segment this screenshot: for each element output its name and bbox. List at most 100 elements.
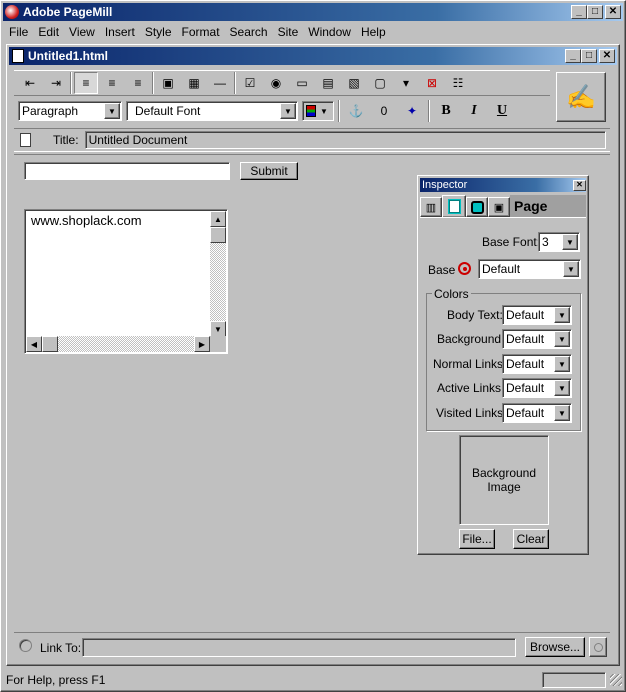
doc-close-button[interactable]: ✕ bbox=[599, 49, 615, 63]
color-swatch-icon bbox=[306, 105, 316, 117]
menu-edit[interactable]: Edit bbox=[33, 22, 64, 42]
base-select[interactable]: Default ▼ bbox=[478, 259, 581, 279]
color-row-label: Visited Links: bbox=[436, 406, 507, 420]
popup-menu-icon[interactable]: ▾ bbox=[394, 72, 418, 94]
chevron-down-icon[interactable]: ▼ bbox=[104, 103, 120, 119]
doc-maximize-button[interactable]: □ bbox=[581, 49, 597, 63]
scroll-thumb[interactable] bbox=[42, 336, 58, 352]
chevron-down-icon[interactable]: ▼ bbox=[554, 331, 570, 347]
paragraph-style-select[interactable]: Paragraph ▼ bbox=[18, 101, 122, 121]
insert-image-icon[interactable]: ▣ bbox=[156, 72, 180, 94]
chevron-down-icon[interactable]: ▼ bbox=[562, 234, 578, 250]
target-icon[interactable] bbox=[458, 262, 471, 275]
scroll-right-icon[interactable]: ▶ bbox=[194, 336, 210, 352]
scroll-thumb[interactable] bbox=[210, 227, 226, 243]
file-button[interactable]: File... bbox=[459, 529, 495, 549]
visited-links-color-select[interactable]: Default ▼ bbox=[502, 403, 572, 423]
align-center-icon[interactable]: ≡ bbox=[100, 72, 124, 94]
resize-grip-icon[interactable] bbox=[610, 674, 622, 686]
close-button[interactable]: ✕ bbox=[605, 5, 621, 19]
reset-button-icon[interactable]: ⊠ bbox=[420, 72, 444, 94]
bold-button[interactable]: B bbox=[434, 100, 458, 122]
inspector-tab-title: Page bbox=[510, 195, 586, 217]
menu-insert[interactable]: Insert bbox=[100, 22, 140, 42]
chevron-down-icon[interactable]: ▼ bbox=[554, 380, 570, 396]
horizontal-scrollbar[interactable]: ◀ ▶ bbox=[26, 336, 210, 352]
form-list-icon[interactable]: ☷ bbox=[446, 72, 470, 94]
insert-table-icon[interactable]: ▦ bbox=[182, 72, 206, 94]
radio-button-icon[interactable]: ◉ bbox=[264, 72, 288, 94]
align-left-icon[interactable]: ≡ bbox=[74, 72, 98, 94]
menu-site[interactable]: Site bbox=[273, 22, 304, 42]
color-row-value: Default bbox=[506, 357, 545, 371]
app-title: Adobe PageMill bbox=[23, 5, 113, 19]
edit-preview-toggle-button[interactable]: ✍ bbox=[556, 72, 606, 122]
clear-button[interactable]: Clear bbox=[513, 529, 549, 549]
tab-form[interactable]: ▣ bbox=[488, 197, 510, 217]
active-links-color-select[interactable]: Default ▼ bbox=[502, 378, 572, 398]
chevron-down-icon[interactable]: ▼ bbox=[554, 405, 570, 421]
link-icon[interactable]: 0 bbox=[372, 100, 396, 122]
title-input[interactable]: Untitled Document bbox=[84, 131, 606, 149]
menu-file[interactable]: File bbox=[4, 22, 33, 42]
vertical-scrollbar[interactable]: ▲ ▼ bbox=[210, 211, 226, 337]
link-options-button[interactable] bbox=[589, 637, 607, 657]
tab-frame[interactable] bbox=[466, 197, 488, 217]
submit-button-icon[interactable]: ▢ bbox=[368, 72, 392, 94]
color-row-value: Default bbox=[506, 406, 545, 420]
checkbox-icon[interactable]: ☑ bbox=[238, 72, 262, 94]
document-icon bbox=[12, 49, 24, 63]
base-value: Default bbox=[482, 262, 521, 276]
password-field-icon[interactable]: ▧ bbox=[342, 72, 366, 94]
menu-window[interactable]: Window bbox=[303, 22, 356, 42]
underline-button[interactable]: U bbox=[490, 100, 514, 122]
tab-page[interactable] bbox=[442, 195, 466, 217]
scroll-down-icon[interactable]: ▼ bbox=[210, 321, 226, 337]
doc-minimize-button[interactable]: _ bbox=[565, 49, 581, 63]
maximize-button[interactable]: □ bbox=[587, 5, 603, 19]
chevron-down-icon[interactable]: ▼ bbox=[563, 261, 579, 277]
colors-group-label: Colors bbox=[432, 287, 471, 301]
italic-button[interactable]: I bbox=[462, 100, 486, 122]
menu-view[interactable]: View bbox=[64, 22, 100, 42]
background-color-select[interactable]: Default ▼ bbox=[502, 329, 572, 349]
color-row-value: Default bbox=[506, 308, 545, 322]
inspector-close-button[interactable]: ✕ bbox=[573, 179, 586, 191]
font-select[interactable]: Default Font ▼ bbox=[126, 101, 298, 121]
normal-links-color-select[interactable]: Default ▼ bbox=[502, 354, 572, 374]
chevron-down-icon[interactable]: ▼ bbox=[554, 356, 570, 372]
bg-image-label-line2: Image bbox=[487, 480, 521, 494]
menu-style[interactable]: Style bbox=[140, 22, 177, 42]
horizontal-rule-icon[interactable]: — bbox=[208, 72, 232, 94]
menu-help[interactable]: Help bbox=[356, 22, 391, 42]
app-titlebar: Adobe PageMill _ □ ✕ bbox=[3, 3, 623, 21]
align-right-icon[interactable]: ≡ bbox=[126, 72, 150, 94]
browse-button[interactable]: Browse... bbox=[525, 637, 585, 657]
menu-format[interactable]: Format bbox=[177, 22, 225, 42]
minimize-button[interactable]: _ bbox=[571, 5, 587, 19]
anchor-icon[interactable]: ⚓ bbox=[344, 100, 368, 122]
outdent-icon[interactable]: ⇤ bbox=[18, 72, 42, 94]
chevron-down-icon[interactable]: ▼ bbox=[316, 103, 332, 119]
toolbar-row-1: ⇤ ⇥ ≡ ≡ ≡ ▣ ▦ — ☑ ◉ ▭ ▤ ▧ ▢ ▾ ⊠ ☷ bbox=[14, 70, 550, 96]
text-area-icon[interactable]: ▤ bbox=[316, 72, 340, 94]
text-field-icon[interactable]: ▭ bbox=[290, 72, 314, 94]
chevron-down-icon[interactable]: ▼ bbox=[280, 103, 296, 119]
scroll-up-icon[interactable]: ▲ bbox=[210, 211, 226, 227]
tab-object[interactable]: ▥ bbox=[420, 197, 442, 217]
link-to-input[interactable] bbox=[82, 638, 516, 657]
placeholder-icon[interactable]: ✦ bbox=[400, 100, 424, 122]
scroll-left-icon[interactable]: ◀ bbox=[26, 336, 42, 352]
form-text-input[interactable] bbox=[24, 162, 230, 180]
body-text-color-select[interactable]: Default ▼ bbox=[502, 305, 572, 325]
base-font-select[interactable]: 3 ▼ bbox=[538, 232, 580, 252]
chevron-down-icon[interactable]: ▼ bbox=[554, 307, 570, 323]
submit-button[interactable]: Submit bbox=[240, 162, 298, 180]
indent-icon[interactable]: ⇥ bbox=[44, 72, 68, 94]
form-textarea[interactable]: www.shoplack.com ▲ ▼ ◀ ▶ bbox=[24, 209, 228, 354]
background-image-well[interactable]: Background Image bbox=[459, 435, 549, 525]
inspector-titlebar: Inspector ✕ bbox=[420, 178, 586, 192]
text-color-select[interactable]: ▼ bbox=[302, 101, 334, 121]
object-tab-icon: ▥ bbox=[425, 201, 437, 214]
menu-search[interactable]: Search bbox=[225, 22, 273, 42]
